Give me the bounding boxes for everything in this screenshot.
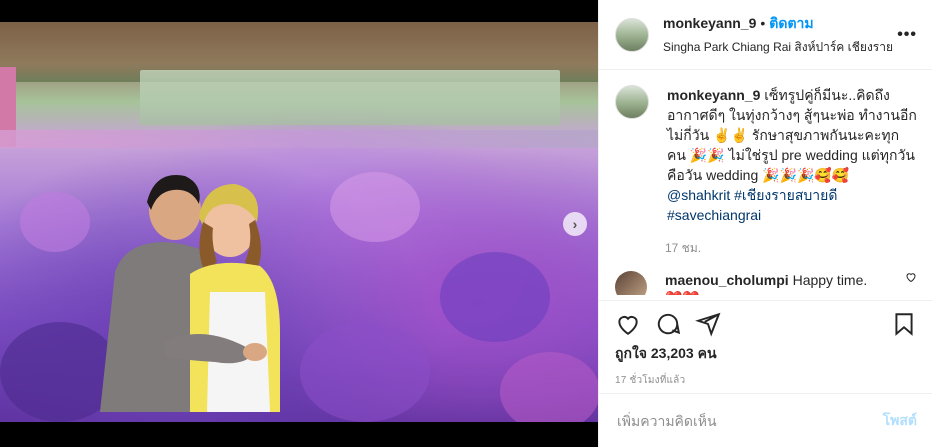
add-comment-bar: โพสต์ [599, 393, 932, 447]
hashtag-link[interactable]: #เชียงรายสบายดี [734, 187, 837, 203]
post-photo[interactable]: › [0, 22, 598, 422]
post-comment-button[interactable]: โพสต์ [883, 410, 917, 432]
photo-flower [500, 352, 598, 422]
post-modal: › monkeyann_9 • ติดตาม Singha Park Chiang … [0, 0, 932, 447]
photo-flower [330, 172, 420, 242]
likes-count[interactable]: ถูกใจ 23,203 คน [599, 341, 932, 367]
heart-icon[interactable] [615, 311, 641, 337]
caption-username[interactable]: monkeyann_9 [667, 87, 760, 103]
post-side-panel: monkeyann_9 • ติดตาม Singha Park Chiang Ra… [598, 0, 932, 447]
author-username[interactable]: monkeyann_9 [663, 15, 756, 31]
post-header: monkeyann_9 • ติดตาม Singha Park Chiang Ra… [599, 0, 932, 70]
author-avatar[interactable] [615, 17, 649, 52]
comment-text-block: maenou_cholumpi Happy time. ❤️❤️ [665, 271, 905, 295]
next-image-button[interactable]: › [563, 212, 587, 236]
caption-timestamp: 17 ชม. [665, 241, 702, 255]
follow-button[interactable]: ติดตาม [769, 15, 813, 31]
comment-emoji: ❤️❤️ [665, 290, 700, 295]
separator-dot: • [760, 14, 766, 31]
more-options-icon[interactable]: ••• [897, 26, 917, 44]
mention-link[interactable]: @shahkrit [667, 187, 730, 203]
hashtag-link[interactable]: #savechiangrai [667, 207, 761, 223]
actions-section: ถูกใจ 23,203 คน 17 ชั่วโมงที่แล้ว [599, 300, 932, 394]
action-icons [599, 301, 932, 341]
comment-row: maenou_cholumpi Happy time. ❤️❤️ [615, 271, 917, 295]
comment-icon[interactable] [655, 311, 681, 337]
comments-section: monkeyann_9 เซ็ทรูปคู่ก็มีนะ..คิดถึงอากา… [615, 85, 917, 295]
post-time-ago[interactable]: 17 ชั่วโมงที่แล้ว [599, 367, 932, 394]
commenter-avatar[interactable] [615, 271, 647, 295]
photo-couple [100, 175, 280, 412]
bookmark-icon[interactable] [891, 311, 917, 337]
photo-building [140, 70, 560, 125]
comment-input[interactable] [615, 411, 883, 430]
share-icon[interactable] [695, 311, 721, 337]
caption-avatar[interactable] [615, 85, 649, 119]
caption-text-block: monkeyann_9 เซ็ทรูปคู่ก็มีนะ..คิดถึงอากา… [667, 85, 917, 225]
chevron-right-icon: › [572, 216, 578, 232]
photo-flower [20, 192, 90, 252]
comment-text: Happy time. [792, 272, 868, 288]
photo-flower [300, 322, 430, 422]
commenter-username[interactable]: maenou_cholumpi [665, 272, 789, 288]
caption-row: monkeyann_9 เซ็ทรูปคู่ก็มีนะ..คิดถึงอากา… [615, 85, 917, 225]
author-info: monkeyann_9 • ติดตาม Singha Park Chiang Ra… [663, 13, 897, 57]
photo-flower [440, 252, 550, 342]
post-location[interactable]: Singha Park Chiang Rai สิงห์ปาร์ค เชียงร… [663, 38, 897, 57]
like-comment-heart-icon[interactable] [905, 271, 917, 295]
photo-flower-band [0, 130, 598, 148]
